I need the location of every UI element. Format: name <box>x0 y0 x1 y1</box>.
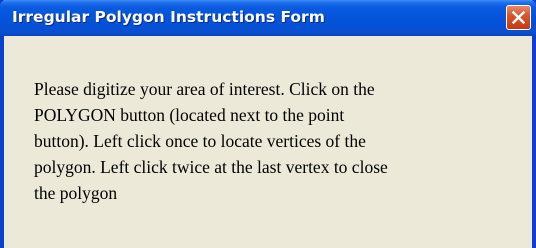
close-x-icon <box>512 11 525 24</box>
instructions-line: POLYGON button (located next to the poin… <box>34 105 345 125</box>
instructions-text: Please digitize your area of interest. C… <box>34 76 504 206</box>
window-title: Irregular Polygon Instructions Form <box>12 8 325 26</box>
instructions-line: Please digitize your area of interest. C… <box>34 79 375 99</box>
instructions-window: Irregular Polygon Instructions Form Plea… <box>0 0 536 248</box>
instructions-line: button). Left click once to locate verti… <box>34 131 366 151</box>
instructions-line: polygon. Left click twice at the last ve… <box>34 157 388 177</box>
window-content: Please digitize your area of interest. C… <box>4 36 532 248</box>
instructions-line: the polygon <box>34 183 118 203</box>
title-bar[interactable]: Irregular Polygon Instructions Form <box>0 0 536 36</box>
close-button[interactable] <box>506 5 531 30</box>
